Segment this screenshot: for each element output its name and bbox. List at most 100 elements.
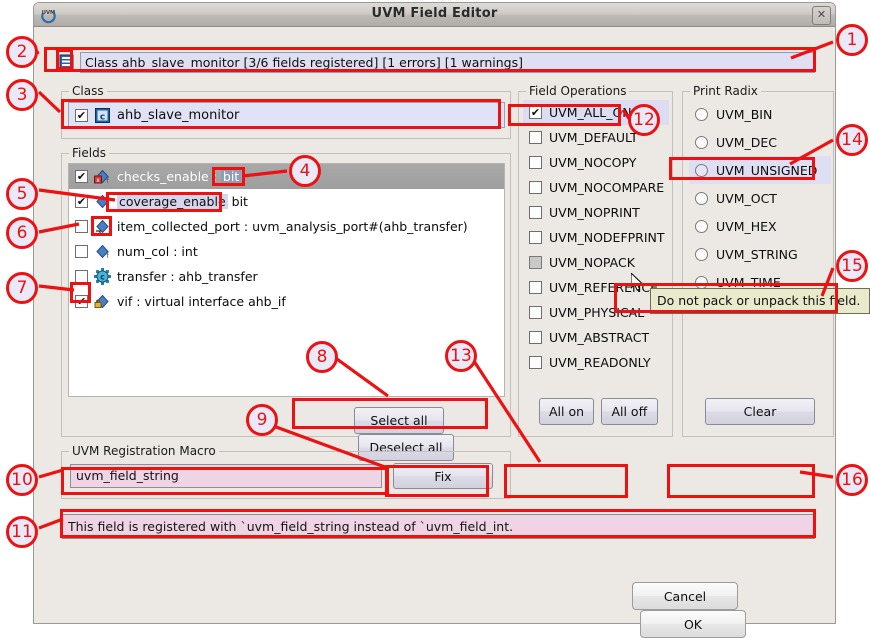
field-diamond-icon: f bbox=[94, 193, 111, 210]
registration-macro-input[interactable]: uvm_field_string bbox=[70, 464, 382, 488]
class-c-icon: c bbox=[95, 108, 110, 123]
field-operation-label: UVM_NODEFPRINT bbox=[549, 230, 665, 245]
field-operations-title: Field Operations bbox=[526, 84, 629, 98]
print-radix-row[interactable]: UVM_STRING bbox=[689, 240, 831, 268]
field-checkbox[interactable]: ✔ bbox=[75, 170, 88, 183]
field-row[interactable]: item_collected_port : uvm_analysis_port#… bbox=[69, 214, 504, 239]
print-radix-label: UVM_OCT bbox=[716, 191, 777, 206]
all-on-button[interactable]: All on bbox=[539, 398, 594, 425]
callout-16: 16 bbox=[836, 464, 868, 496]
print-radix-label: UVM_BIN bbox=[716, 107, 772, 122]
svg-text:x: x bbox=[96, 177, 100, 184]
fields-group: Fields ✔xfchecks_enable : bit✔fcoverage_… bbox=[61, 153, 511, 437]
status-message: This field is registered with `uvm_field… bbox=[62, 514, 815, 539]
field-operation-row[interactable]: UVM_NOCOMPARE bbox=[523, 175, 669, 200]
field-error-diamond-icon: xf bbox=[94, 168, 111, 185]
field-operation-label: UVM_ABSTRACT bbox=[549, 330, 649, 345]
field-operation-row[interactable]: UVM_NODEFPRINT bbox=[523, 225, 669, 250]
print-radix-radio[interactable] bbox=[695, 276, 708, 289]
print-radix-row[interactable]: UVM_OCT bbox=[689, 184, 831, 212]
print-radix-label: UVM_STRING bbox=[716, 247, 798, 262]
field-checkbox[interactable] bbox=[75, 220, 88, 233]
cancel-button[interactable]: Cancel bbox=[632, 582, 738, 610]
field-operation-label: UVM_READONLY bbox=[549, 355, 651, 370]
dialog-buttons: Cancel OK bbox=[632, 582, 835, 638]
fields-group-title: Fields bbox=[69, 146, 109, 160]
field-operation-row[interactable]: UVM_NOPACK bbox=[523, 250, 669, 275]
field-label: num_col : int bbox=[117, 244, 198, 259]
field-operation-checkbox[interactable] bbox=[529, 131, 542, 144]
print-radix-buttons: Clear bbox=[705, 398, 815, 425]
field-label: checks_enable : bit bbox=[117, 169, 241, 184]
field-class-gear-icon: c bbox=[94, 268, 111, 285]
field-operation-label: UVM_NOPACK bbox=[549, 255, 635, 270]
field-row[interactable]: ✔ f coverage_enable bit bbox=[69, 189, 504, 214]
field-operation-checkbox[interactable] bbox=[529, 156, 542, 169]
print-radix-radio[interactable] bbox=[695, 192, 708, 205]
class-summary-field[interactable]: Class ahb_slave_monitor [3/6 fields regi… bbox=[80, 52, 815, 73]
field-row[interactable]: c transfer : ahb_transfer bbox=[69, 264, 504, 289]
all-off-button[interactable]: All off bbox=[601, 398, 658, 425]
field-operation-label: UVM_ALL_ON bbox=[549, 105, 632, 120]
field-operation-checkbox[interactable]: ✔ bbox=[529, 106, 542, 119]
field-operation-checkbox[interactable] bbox=[529, 256, 542, 269]
field-label: vif : virtual interface ahb_if bbox=[117, 294, 286, 309]
field-checkbox[interactable] bbox=[75, 270, 88, 283]
field-operation-row[interactable]: UVM_REFERENCE bbox=[523, 275, 669, 300]
print-radix-radio[interactable] bbox=[695, 136, 708, 149]
field-label: coverage_enable bit bbox=[117, 194, 248, 209]
class-group-title: Class bbox=[69, 84, 107, 98]
field-label: transfer : ahb_transfer bbox=[117, 269, 258, 284]
class-row[interactable]: ✔ c ahb_slave_monitor bbox=[68, 102, 505, 128]
print-radix-row[interactable]: UVM_HEX bbox=[689, 212, 831, 240]
print-radix-radio[interactable] bbox=[695, 164, 708, 177]
print-radix-radio[interactable] bbox=[695, 248, 708, 261]
title-bar[interactable]: UVM UVM Field Editor ✕ bbox=[34, 3, 835, 27]
field-checkbox[interactable]: ✔ bbox=[75, 195, 88, 208]
print-radix-label: UVM_DEC bbox=[716, 135, 777, 150]
field-row[interactable]: ✔ xf checks_enable : bit bbox=[69, 164, 504, 189]
close-icon[interactable]: ✕ bbox=[812, 6, 831, 25]
class-checkbox[interactable]: ✔ bbox=[75, 109, 88, 122]
field-operation-row[interactable]: UVM_NOPRINT bbox=[523, 200, 669, 225]
field-operation-row[interactable]: UVM_DEFAULT bbox=[523, 125, 669, 150]
field-operation-checkbox[interactable] bbox=[529, 181, 542, 194]
field-checkbox[interactable]: ✔ bbox=[75, 295, 88, 308]
field-checkbox[interactable] bbox=[75, 245, 88, 258]
registration-macro-title: UVM Registration Macro bbox=[69, 444, 219, 458]
fix-button[interactable]: Fix bbox=[393, 463, 493, 489]
ok-button[interactable]: OK bbox=[640, 610, 746, 638]
clear-button[interactable]: Clear bbox=[705, 398, 815, 425]
field-operation-row[interactable]: UVM_READONLY bbox=[523, 350, 669, 375]
print-radix-row[interactable]: UVM_BIN bbox=[689, 100, 831, 128]
print-radix-radio[interactable] bbox=[695, 220, 708, 233]
field-operation-checkbox[interactable] bbox=[529, 331, 542, 344]
field-row[interactable]: ✔ vif : virtual interface ahb_if bbox=[69, 289, 504, 314]
field-row[interactable]: fnum_col : int bbox=[69, 239, 504, 264]
field-operation-checkbox[interactable] bbox=[529, 356, 542, 369]
field-operation-label: UVM_PHYSICAL bbox=[549, 305, 644, 320]
class-group: Class ✔ c ahb_slave_monitor bbox=[61, 91, 511, 139]
field-operation-row[interactable]: ✔ UVM_ALL_ON bbox=[523, 100, 669, 125]
field-operation-checkbox[interactable] bbox=[529, 306, 542, 319]
field-operation-checkbox[interactable] bbox=[529, 206, 542, 219]
field-operation-row[interactable]: UVM_NOCOPY bbox=[523, 150, 669, 175]
field-label: item_collected_port : uvm_analysis_port#… bbox=[117, 219, 468, 234]
field-operation-checkbox[interactable] bbox=[529, 281, 542, 294]
field-operations-group: Field Operations ✔UVM_ALL_ONUVM_DEFAULTU… bbox=[518, 91, 673, 437]
print-radix-row[interactable]: UVM_DEC bbox=[689, 128, 831, 156]
select-all-button[interactable]: Select all bbox=[354, 407, 444, 434]
field-operation-label: UVM_NOCOPY bbox=[549, 155, 636, 170]
field-operation-checkbox[interactable] bbox=[529, 231, 542, 244]
print-radix-radio[interactable] bbox=[695, 108, 708, 121]
window-title: UVM Field Editor bbox=[34, 6, 835, 21]
field-operation-row[interactable]: UVM_ABSTRACT bbox=[523, 325, 669, 350]
print-radix-label: UVM_HEX bbox=[716, 219, 777, 234]
print-radix-row[interactable]: UVM_UNSIGNED bbox=[689, 156, 831, 184]
field-operation-row[interactable]: UVM_PHYSICAL bbox=[523, 300, 669, 325]
field-lock-diamond-icon bbox=[94, 293, 111, 310]
fields-list[interactable]: ✔ xf checks_enable : bit ✔ f coverage_enable … bbox=[68, 163, 505, 397]
svg-text:f: f bbox=[106, 202, 109, 210]
field-operation-label: UVM_DEFAULT bbox=[549, 130, 638, 145]
field-highlight: bit bbox=[221, 169, 241, 184]
